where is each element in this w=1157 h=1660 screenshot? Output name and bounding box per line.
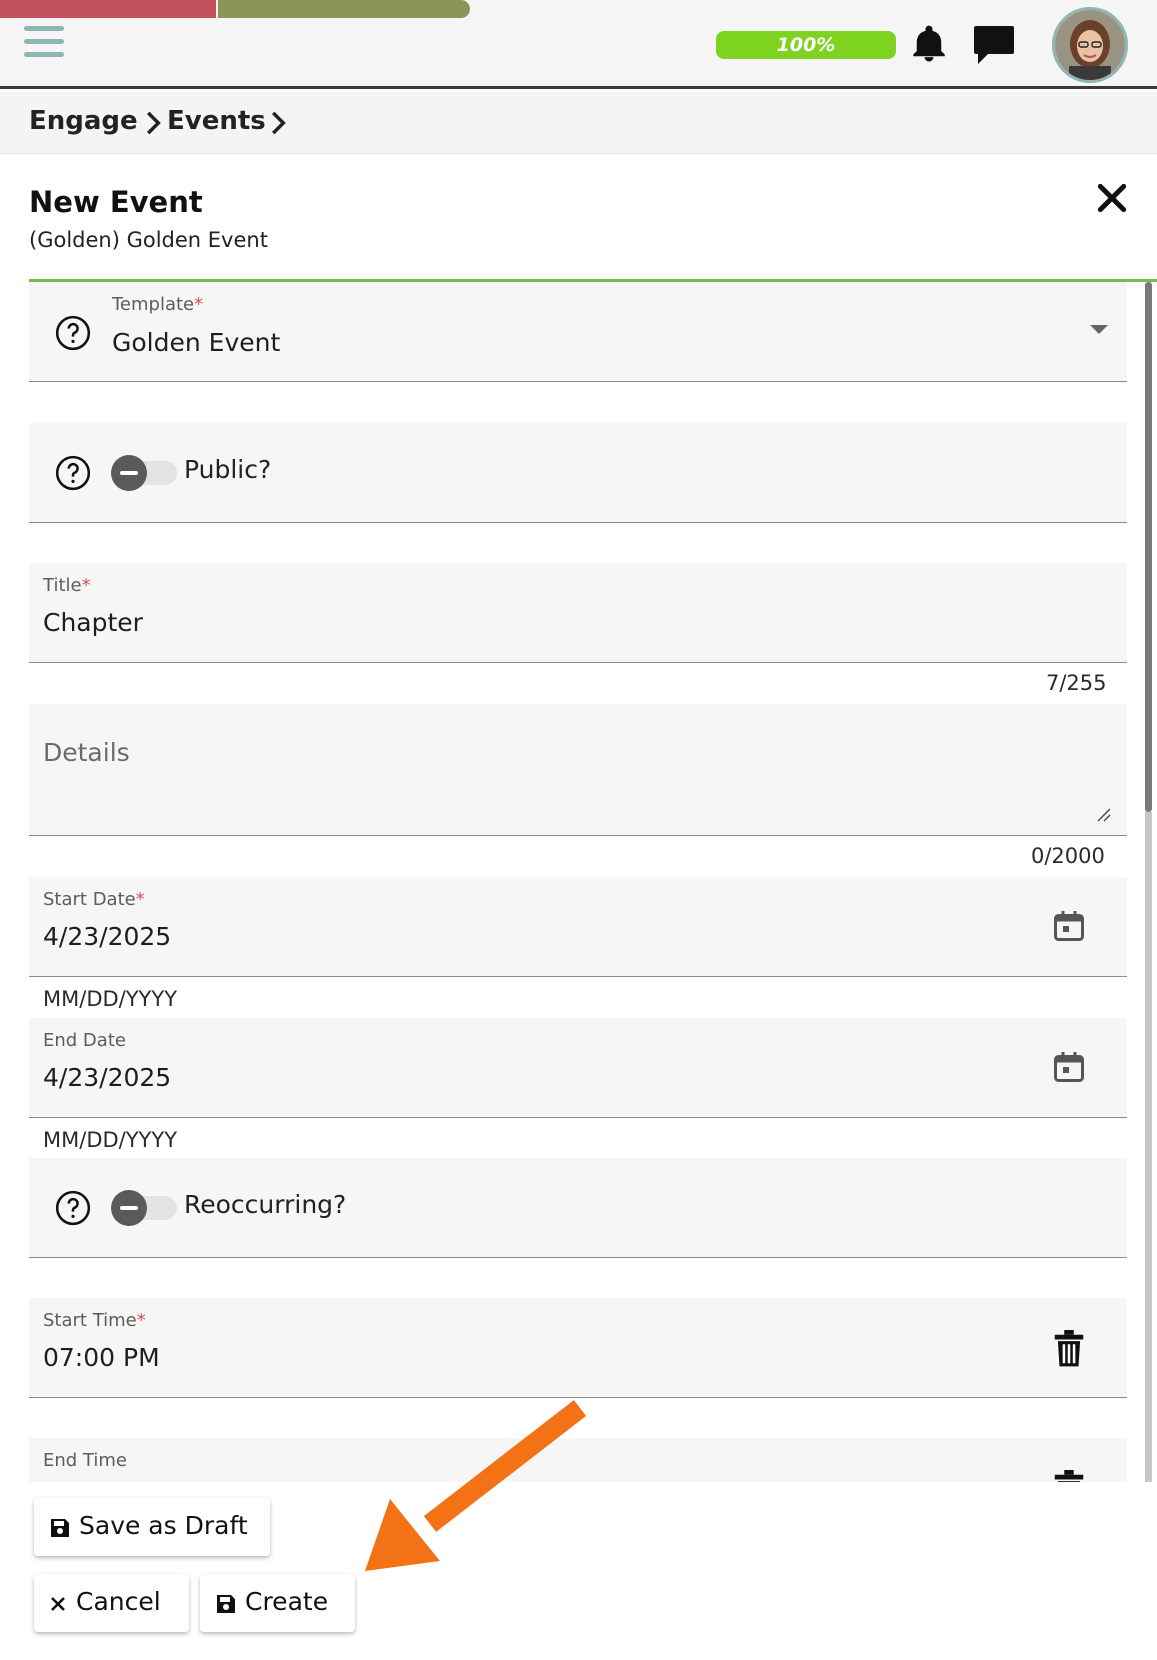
title-field[interactable]: Title* Chapter	[29, 563, 1127, 663]
chevron-right-icon	[146, 111, 161, 135]
end-date-field[interactable]: End Date 4/23/2025	[29, 1018, 1127, 1118]
floppy-disk-icon	[217, 1595, 235, 1613]
completion-badge: 100%	[716, 31, 896, 59]
save-draft-label: Save as Draft	[79, 1511, 248, 1540]
breadcrumb-engage[interactable]: Engage	[29, 106, 138, 136]
menu-icon[interactable]	[24, 26, 64, 62]
title-counter: 7/255	[1046, 671, 1107, 695]
help-icon[interactable]	[54, 454, 92, 492]
save-draft-button[interactable]: Save as Draft	[34, 1498, 270, 1556]
chevron-right-icon	[271, 111, 286, 135]
start-time-field[interactable]: Start Time* 07:00 PM	[29, 1298, 1127, 1398]
template-label: Template*	[112, 294, 204, 315]
details-textarea[interactable]: Details	[29, 704, 1127, 836]
breadcrumb-events[interactable]: Events	[167, 106, 266, 136]
trash-icon[interactable]	[1053, 1470, 1085, 1482]
reoccurring-label: Reoccurring?	[184, 1190, 347, 1219]
top-bar: 100%	[0, 0, 1157, 89]
page-title: New Event	[29, 185, 203, 219]
scrollbar-thumb[interactable]	[1145, 282, 1152, 812]
details-placeholder: Details	[43, 738, 130, 767]
start-time-value: 07:00 PM	[43, 1343, 160, 1372]
floppy-disk-icon	[51, 1519, 69, 1537]
breadcrumb: Engage Events	[0, 92, 1157, 154]
form-scroll-area[interactable]: Template* Golden Event Public? Title* Ch…	[0, 282, 1157, 1482]
start-date-field[interactable]: Start Date* 4/23/2025	[29, 877, 1127, 977]
public-label: Public?	[184, 455, 272, 484]
template-select[interactable]: Template* Golden Event	[29, 282, 1127, 382]
close-icon	[51, 1597, 65, 1611]
details-counter: 0/2000	[1031, 844, 1105, 868]
title-value: Chapter	[43, 608, 143, 637]
calendar-icon[interactable]	[1051, 1048, 1087, 1086]
page-subtitle: (Golden) Golden Event	[29, 228, 268, 252]
start-date-label: Start Date*	[43, 889, 145, 910]
dropdown-arrow-icon[interactable]	[1089, 324, 1109, 336]
start-date-format-hint: MM/DD/YYYY	[43, 987, 178, 1011]
avatar[interactable]	[1052, 7, 1128, 83]
reoccurring-toggle[interactable]	[111, 1190, 177, 1226]
calendar-icon[interactable]	[1051, 907, 1087, 945]
bell-icon[interactable]	[908, 20, 950, 68]
chat-icon[interactable]	[970, 20, 1018, 68]
start-date-value: 4/23/2025	[43, 922, 172, 951]
title-label: Title*	[43, 575, 91, 596]
end-date-label: End Date	[43, 1030, 126, 1051]
help-icon[interactable]	[54, 1189, 92, 1227]
cancel-button[interactable]: Cancel	[34, 1574, 189, 1632]
end-date-value: 4/23/2025	[43, 1063, 172, 1092]
help-icon[interactable]	[54, 314, 92, 352]
end-time-label: End Time	[43, 1450, 127, 1471]
progress-stripe-primary	[0, 0, 216, 18]
close-icon[interactable]	[1092, 178, 1132, 218]
cancel-label: Cancel	[76, 1587, 161, 1616]
trash-icon[interactable]	[1053, 1330, 1085, 1368]
resize-handle-icon[interactable]	[1095, 806, 1111, 822]
start-time-label: Start Time*	[43, 1310, 146, 1331]
annotation-arrow-icon	[365, 1400, 587, 1571]
public-toggle-row: Public?	[29, 423, 1127, 523]
public-toggle[interactable]	[111, 455, 177, 491]
create-label: Create	[245, 1587, 329, 1616]
create-button[interactable]: Create	[200, 1574, 355, 1632]
progress-stripe-secondary	[218, 0, 470, 18]
reoccurring-toggle-row: Reoccurring?	[29, 1158, 1127, 1258]
end-date-format-hint: MM/DD/YYYY	[43, 1128, 178, 1152]
scrollbar-track[interactable]	[1145, 812, 1152, 1482]
template-value: Golden Event	[112, 328, 281, 357]
